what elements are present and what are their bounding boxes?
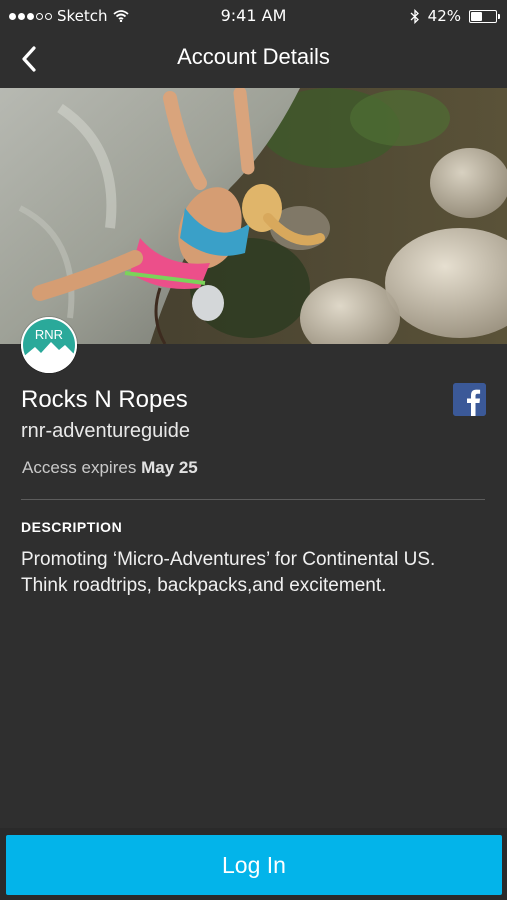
status-bar: Sketch 9:41 AM 42% xyxy=(0,0,507,32)
battery-level xyxy=(471,11,482,21)
description-line: Think roadtrips, backpacks,and excitemen… xyxy=(21,575,387,596)
access-date: May 25 xyxy=(141,458,198,477)
nav-bar: Account Details xyxy=(0,32,507,88)
rnr-logo: RNR xyxy=(21,317,77,373)
description-heading: DESCRIPTION xyxy=(21,519,123,535)
divider xyxy=(21,499,485,500)
battery-icon xyxy=(469,9,500,23)
access-label: Access expires xyxy=(22,458,137,477)
page-title: Account Details xyxy=(177,44,330,69)
avatar: RNR xyxy=(21,317,77,373)
access-expiry: Access expires May 25 xyxy=(22,458,198,478)
account-handle: rnr-adventureguide xyxy=(21,420,190,442)
description-line: Promoting ‘Micro-Adventures’ for Contine… xyxy=(21,549,436,570)
avatar-text: RNR xyxy=(35,327,63,342)
bluetooth-icon xyxy=(410,8,419,24)
description-body: Promoting ‘Micro-Adventures’ for Contine… xyxy=(21,547,491,599)
facebook-button[interactable] xyxy=(453,383,486,416)
account-details-screen: Sketch 9:41 AM 42% Account Details RNR R… xyxy=(0,0,507,900)
facebook-icon xyxy=(453,383,486,416)
hero-image xyxy=(0,88,507,344)
status-bar-right: 42% xyxy=(410,7,500,25)
login-button[interactable]: Log In xyxy=(6,835,502,895)
battery-percent: 42% xyxy=(427,7,461,25)
rock-climber-photo xyxy=(0,88,507,344)
account-name: Rocks N Ropes xyxy=(21,386,188,413)
